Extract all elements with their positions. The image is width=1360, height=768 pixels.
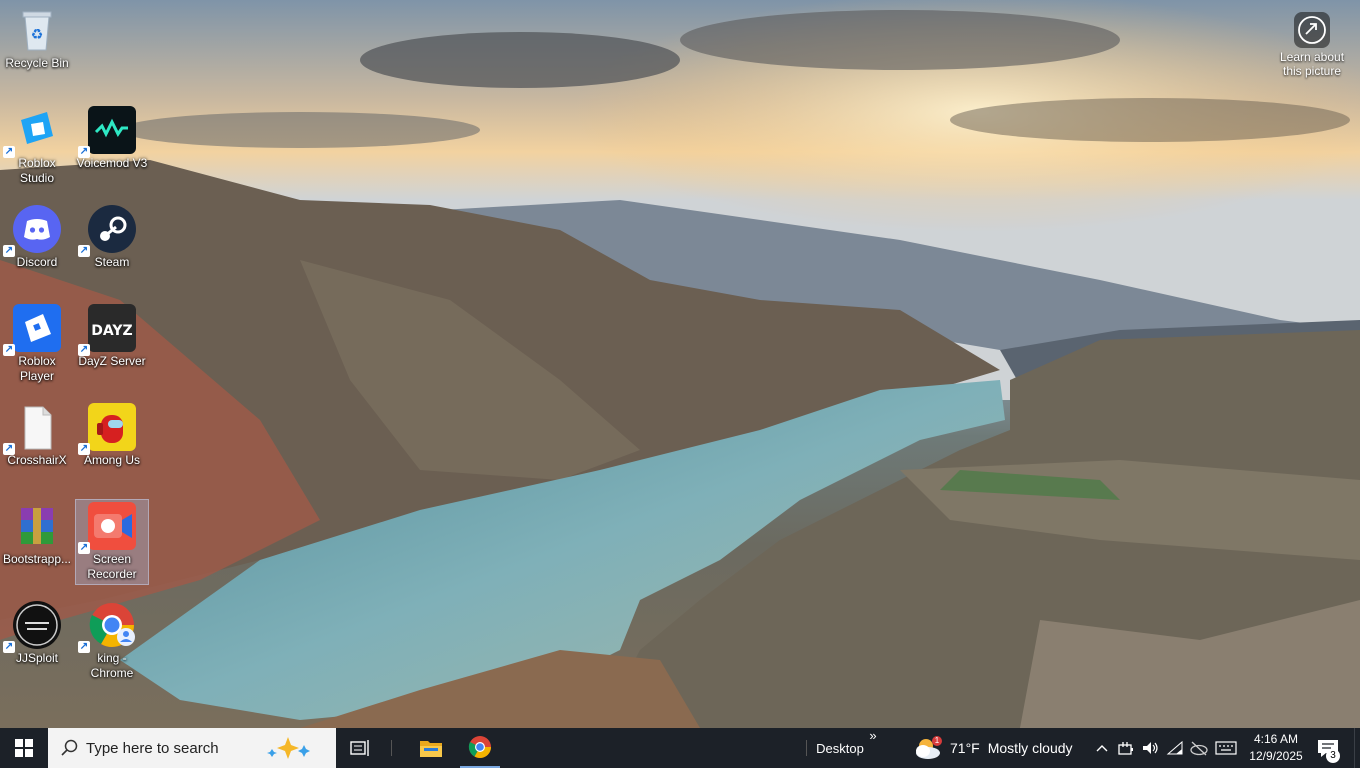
taskbar-clock[interactable]: 4:16 AM 12/9/2025 <box>1244 731 1308 765</box>
task-view-icon <box>350 740 369 756</box>
show-desktop-button[interactable] <box>1354 728 1355 768</box>
weather-condition: Mostly cloudy <box>987 740 1073 756</box>
winrar-archive-icon <box>13 502 61 550</box>
shortcut-arrow-icon: ↗ <box>3 245 15 257</box>
shortcut-arrow-icon: ↗ <box>3 344 15 356</box>
weather-widget[interactable]: 1 71°F Mostly cloudy <box>912 728 1082 768</box>
onedrive-paused-icon <box>1190 741 1208 756</box>
desktop-icon-label: king - Chrome <box>90 651 134 680</box>
desktop-icon-label: Among Us <box>83 453 141 467</box>
desktop-icon-jjsploit[interactable]: ↗ JJSploit <box>1 601 73 666</box>
action-center-button[interactable] <box>1310 728 1346 768</box>
desktop-icon-label: DayZ Server <box>78 354 146 368</box>
desktop-icon-label: JJSploit <box>15 651 59 665</box>
desktop-icon-roblox-studio[interactable]: ↗ Roblox Studio <box>1 106 73 186</box>
shortcut-arrow-icon: ↗ <box>78 146 90 158</box>
chrome-icon <box>468 736 491 758</box>
power-tray-button[interactable] <box>1115 728 1137 768</box>
chrome-profile-icon: ↗ <box>78 601 136 653</box>
shortcut-arrow-icon: ↗ <box>78 542 90 554</box>
dayz-logo-text: DAYZ <box>91 323 132 339</box>
volume-tray-button[interactable] <box>1139 728 1161 768</box>
file-explorer-icon <box>420 741 442 757</box>
chevron-up-icon <box>1096 745 1108 752</box>
desktop-icon-roblox-player[interactable]: ↗ Roblox Player <box>1 304 73 384</box>
start-button[interactable] <box>0 728 48 768</box>
search-highlight-icon <box>267 737 310 759</box>
clock-date: 12/9/2025 <box>1249 749 1303 763</box>
desktop-icon-label: Bootstrapp... <box>2 552 72 566</box>
voicemod-icon: ↗ <box>78 106 136 158</box>
screen-recorder-icon: ↗ <box>78 502 136 554</box>
roblox-studio-icon: ↗ <box>3 106 61 158</box>
search-icon <box>61 739 78 756</box>
desktop-icon-dayz-server[interactable]: DAYZ ↗ DayZ Server <box>76 304 148 369</box>
desktop-icon-among-us[interactable]: ↗ Among Us <box>76 403 148 468</box>
steam-icon: ↗ <box>78 205 136 257</box>
learn-about-label: Learn about this picture <box>1279 50 1345 78</box>
shortcut-arrow-icon: ↗ <box>78 245 90 257</box>
weather-temperature: 71°F <box>950 740 980 756</box>
dayz-server-icon: DAYZ ↗ <box>78 304 136 356</box>
desktop-icon-bootstrapper[interactable]: Bootstrapp... <box>1 502 73 567</box>
desktop-wallpaper: ♻ Recycle Bin ↗ Roblox Studio ↗ Voicemod… <box>0 0 1360 728</box>
battery-plug-icon <box>1118 742 1133 755</box>
windows-logo-icon <box>15 739 33 757</box>
wallpaper-landscape <box>0 0 1360 728</box>
task-view-button[interactable] <box>344 728 376 768</box>
recycle-bin-icon: ♻ <box>13 6 61 54</box>
weather-alert-badge: 1 <box>932 736 942 746</box>
desktop-icon-steam[interactable]: ↗ Steam <box>76 205 148 270</box>
desktop-icon-label: Steam <box>94 255 130 269</box>
learn-about-picture[interactable]: Learn about this picture <box>1272 8 1352 78</box>
shortcut-arrow-icon: ↗ <box>78 641 90 653</box>
shortcut-arrow-icon: ↗ <box>78 344 90 356</box>
chrome-taskbar-button[interactable] <box>460 728 500 768</box>
shortcut-arrow-icon: ↗ <box>3 146 15 158</box>
camera-info-icon <box>1294 12 1330 48</box>
desktop-icon-king-chrome[interactable]: ↗ king - Chrome <box>76 601 148 681</box>
search-placeholder: Type here to search <box>86 739 219 757</box>
keyboard-icon <box>1215 741 1237 755</box>
clock-time: 4:16 AM <box>1253 732 1299 746</box>
notification-count-badge: 3 <box>1326 749 1340 763</box>
desktop-icon-discord[interactable]: ↗ Discord <box>1 205 73 270</box>
desktop-icon-label: Voicemod V3 <box>76 156 148 170</box>
desktop-icon-crosshairx[interactable]: ↗ CrosshairX <box>1 403 73 468</box>
toolbar-divider <box>806 740 807 756</box>
desktop-icon-label: Discord <box>16 255 58 269</box>
desktop-icon-recycle-bin[interactable]: ♻ Recycle Bin <box>1 6 73 71</box>
taskbar-search-box[interactable]: Type here to search <box>48 728 336 768</box>
desktop-icon-label: Roblox Player <box>18 354 56 383</box>
network-tray-button[interactable] <box>1164 728 1186 768</box>
desktop-toolbar-label: Desktop <box>816 740 864 756</box>
desktop-icon-label: CrosshairX <box>7 453 67 467</box>
desktop-icon-label: Screen Recorder <box>87 552 137 581</box>
jjsploit-icon: ↗ <box>3 601 61 653</box>
desktop-icon-voicemod[interactable]: ↗ Voicemod V3 <box>76 106 148 171</box>
show-hidden-icons-button[interactable] <box>1092 728 1112 768</box>
taskbar: Type here to search Desktop » 1 71°F Mos… <box>0 728 1360 768</box>
onedrive-tray-button[interactable] <box>1188 728 1210 768</box>
desktop-icon-label: Roblox Studio <box>18 156 56 185</box>
wifi-icon <box>1166 740 1183 755</box>
among-us-icon: ↗ <box>78 403 136 455</box>
shortcut-arrow-icon: ↗ <box>3 443 15 455</box>
speaker-icon <box>1143 742 1158 754</box>
discord-icon: ↗ <box>3 205 61 257</box>
toolbar-overflow-chevron[interactable]: » <box>866 728 880 748</box>
taskbar-divider <box>391 740 392 756</box>
desktop-icon-label: Recycle Bin <box>5 56 69 70</box>
svg-text:♻: ♻ <box>31 27 44 43</box>
keyboard-tray-button[interactable] <box>1212 728 1240 768</box>
crosshairx-icon: ↗ <box>3 403 61 455</box>
shortcut-arrow-icon: ↗ <box>78 443 90 455</box>
shortcut-arrow-icon: ↗ <box>3 641 15 653</box>
file-explorer-button[interactable] <box>412 728 450 768</box>
desktop-toolbar[interactable]: Desktop <box>812 728 868 768</box>
chevron-double-right-icon: » <box>869 728 877 743</box>
desktop-icon-screen-recorder[interactable]: ↗ Screen Recorder <box>75 499 149 585</box>
roblox-player-icon: ↗ <box>3 304 61 356</box>
